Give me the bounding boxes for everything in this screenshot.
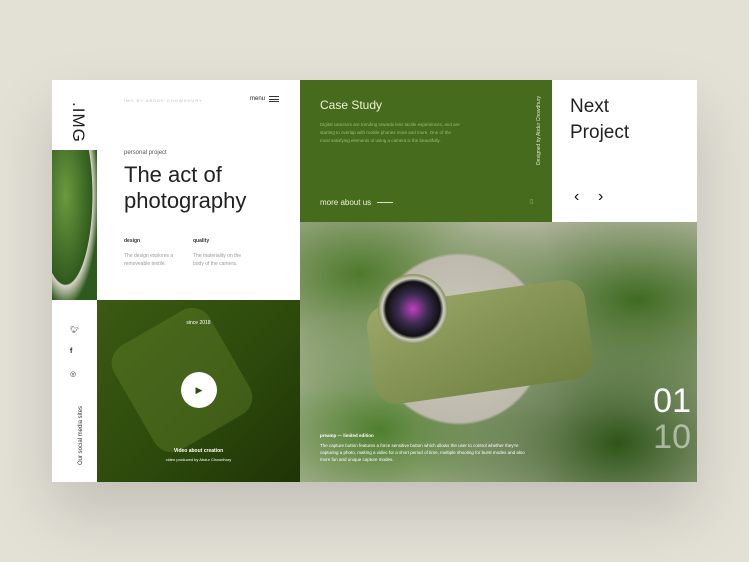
video-title: Video about creation	[173, 448, 224, 454]
logo[interactable]: .IMG	[68, 102, 88, 143]
leaf-image	[52, 150, 97, 300]
feature-caption: preamp — limited edition The capture but…	[320, 432, 530, 463]
case-study-text: Digital camera's are trending towards le…	[320, 122, 460, 143]
hamburger-icon	[269, 96, 280, 102]
arrow-right-icon	[377, 202, 394, 203]
slide-total: 10	[653, 418, 691, 456]
hero-photo: preamp — limited edition The capture but…	[300, 222, 697, 482]
credit: IMG BY ABDUR CHOWDHURY	[124, 98, 203, 103]
caption-title: preamp — limited edition	[320, 433, 374, 438]
project-card: .IMG IMG BY ABDUR CHOWDHURY menu persona…	[52, 80, 697, 482]
designer-credit: Designed by Abdur Chowdhury	[536, 96, 542, 165]
link-label: more about us	[320, 198, 372, 207]
next-project-title[interactable]: Next Project	[570, 94, 650, 146]
more-about-us-link[interactable]: more about us	[320, 198, 394, 207]
caption-text: The capture button features a force sens…	[320, 443, 525, 462]
video-panel: since 2018 ▶ Video about creation video …	[97, 300, 300, 482]
chevron-left-icon[interactable]: ‹	[574, 188, 579, 206]
twitter-icon[interactable]: 🐦︎	[70, 326, 79, 334]
feature-quality: quality The materiality on the body of th…	[193, 238, 251, 268]
menu-label: menu	[250, 96, 266, 102]
slide-current: 01	[653, 382, 691, 420]
camera-lens	[378, 274, 448, 344]
case-study-title: Case Study	[320, 98, 383, 112]
since-label: since 2018	[186, 320, 211, 326]
bookmark-icon: ▯	[530, 199, 534, 205]
play-icon: ▶	[195, 384, 203, 395]
case-study-panel: Case Study Digital camera's are trending…	[300, 80, 552, 222]
menu-button[interactable]: menu	[250, 96, 280, 102]
chevron-right-icon[interactable]: ›	[598, 188, 603, 206]
facebook-icon[interactable]: f	[70, 348, 72, 355]
feature-text: The design explores a removeable textile…	[124, 253, 174, 267]
feature-label: design	[124, 238, 141, 244]
page-title: The act of photography	[124, 162, 247, 213]
play-button[interactable]: ▶	[181, 372, 217, 408]
feature-text: The materiality on the body of the camer…	[193, 253, 242, 267]
video-subtitle: video produced by Abdur Chowdhury	[165, 457, 232, 462]
social-label: Our social media sites	[78, 405, 84, 465]
feature-design: design The design explores a removeable t…	[124, 238, 182, 268]
feature-label: quality	[193, 238, 210, 244]
eyebrow: personal project	[124, 150, 167, 156]
social-links: 🐦︎ f ◎ Our social media sites	[52, 300, 97, 482]
next-project-panel: Next Project ‹ ›	[552, 80, 697, 222]
instagram-icon[interactable]: ◎	[70, 370, 76, 378]
